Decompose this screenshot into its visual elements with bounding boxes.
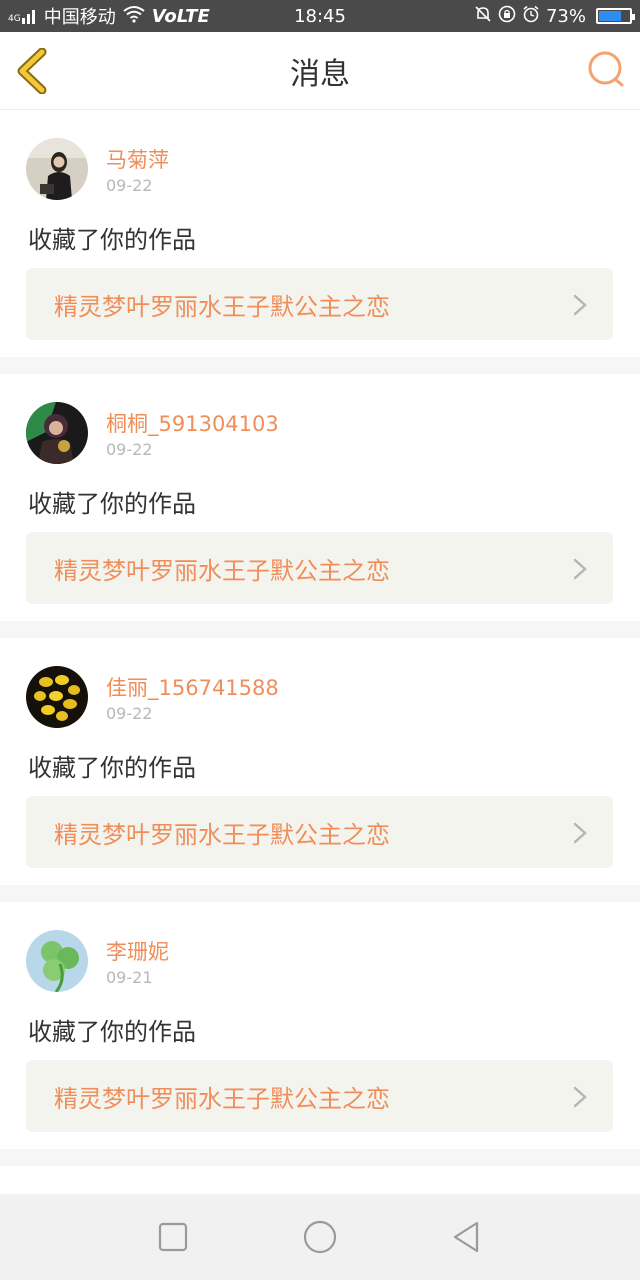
message-action: 收藏了你的作品 xyxy=(28,226,196,254)
work-link[interactable]: 精灵梦叶罗丽水王子默公主之恋 xyxy=(26,268,613,340)
status-bar: 4G 中国移动 VoLTE 18:45 73% xyxy=(0,0,640,32)
message-card: 佳丽_156741588 09-22 收藏了你的作品 精灵梦叶罗丽水王子默公主之… xyxy=(0,638,640,885)
work-title: 精灵梦叶罗丽水王子默公主之恋 xyxy=(54,292,390,321)
work-link[interactable]: 精灵梦叶罗丽水王子默公主之恋 xyxy=(26,532,613,604)
username[interactable]: 李珊妮 xyxy=(106,936,169,966)
avatar[interactable] xyxy=(26,402,88,464)
message-date: 09-22 xyxy=(106,704,153,723)
signal-tag: 4G xyxy=(8,14,21,24)
message-date: 09-22 xyxy=(106,176,153,195)
chevron-right-icon xyxy=(573,558,587,580)
work-link[interactable]: 精灵梦叶罗丽水王子默公主之恋 xyxy=(26,796,613,868)
avatar[interactable] xyxy=(26,666,88,728)
volte-label: VoLTE xyxy=(151,5,210,27)
chevron-left-icon xyxy=(17,47,47,95)
battery-percent: 73% xyxy=(545,5,586,27)
work-link[interactable]: 精灵梦叶罗丽水王子默公主之恋 xyxy=(26,1060,613,1132)
work-title: 精灵梦叶罗丽水王子默公主之恋 xyxy=(54,556,390,585)
alarm-icon xyxy=(522,5,540,28)
wifi-icon xyxy=(122,5,146,28)
circle-icon[interactable] xyxy=(302,1219,338,1255)
work-title: 精灵梦叶罗丽水王子默公主之恋 xyxy=(54,1084,390,1113)
message-action: 收藏了你的作品 xyxy=(28,1018,196,1046)
username[interactable]: 佳丽_156741588 xyxy=(106,672,279,702)
avatar[interactable] xyxy=(26,930,88,992)
message-action: 收藏了你的作品 xyxy=(28,490,196,518)
battery-fill xyxy=(599,11,621,21)
rotation-lock-icon xyxy=(498,5,516,28)
message-date: 09-21 xyxy=(106,968,153,987)
chevron-right-icon xyxy=(573,294,587,316)
avatar[interactable] xyxy=(26,138,88,200)
carrier-label: 中国移动 xyxy=(43,7,116,28)
chevron-right-icon xyxy=(573,1086,587,1108)
system-nav-bar xyxy=(0,1194,640,1280)
message-card: 李珊妮 09-21 收藏了你的作品 精灵梦叶罗丽水王子默公主之恋 xyxy=(0,902,640,1149)
message-card: 马菊萍 09-22 收藏了你的作品 精灵梦叶罗丽水王子默公主之恋 xyxy=(0,110,640,357)
page-title: 消息 xyxy=(290,56,350,92)
battery-icon xyxy=(596,8,635,24)
message-action: 收藏了你的作品 xyxy=(28,754,196,782)
work-title: 精灵梦叶罗丽水王子默公主之恋 xyxy=(54,820,390,849)
signal-icon: 4G xyxy=(8,8,38,24)
message-date: 09-22 xyxy=(106,440,153,459)
message-card: 桐桐_591304103 09-22 收藏了你的作品 精灵梦叶罗丽水王子默公主之… xyxy=(0,374,640,621)
status-right: 73% xyxy=(474,5,635,28)
username[interactable]: 马菊萍 xyxy=(106,144,169,174)
top-nav-bar: 消息 xyxy=(0,32,640,110)
search-icon xyxy=(588,51,624,87)
back-button[interactable] xyxy=(14,47,54,95)
search-button[interactable] xyxy=(586,50,626,90)
username[interactable]: 桐桐_591304103 xyxy=(106,408,279,438)
bell-muted-icon xyxy=(474,5,492,28)
chevron-right-icon xyxy=(573,822,587,844)
square-icon[interactable] xyxy=(155,1219,191,1255)
status-left: 4G 中国移动 VoLTE xyxy=(8,3,210,29)
triangle-back-icon[interactable] xyxy=(449,1219,485,1255)
message-feed: 马菊萍 09-22 收藏了你的作品 精灵梦叶罗丽水王子默公主之恋 桐桐_5913… xyxy=(0,110,640,1206)
